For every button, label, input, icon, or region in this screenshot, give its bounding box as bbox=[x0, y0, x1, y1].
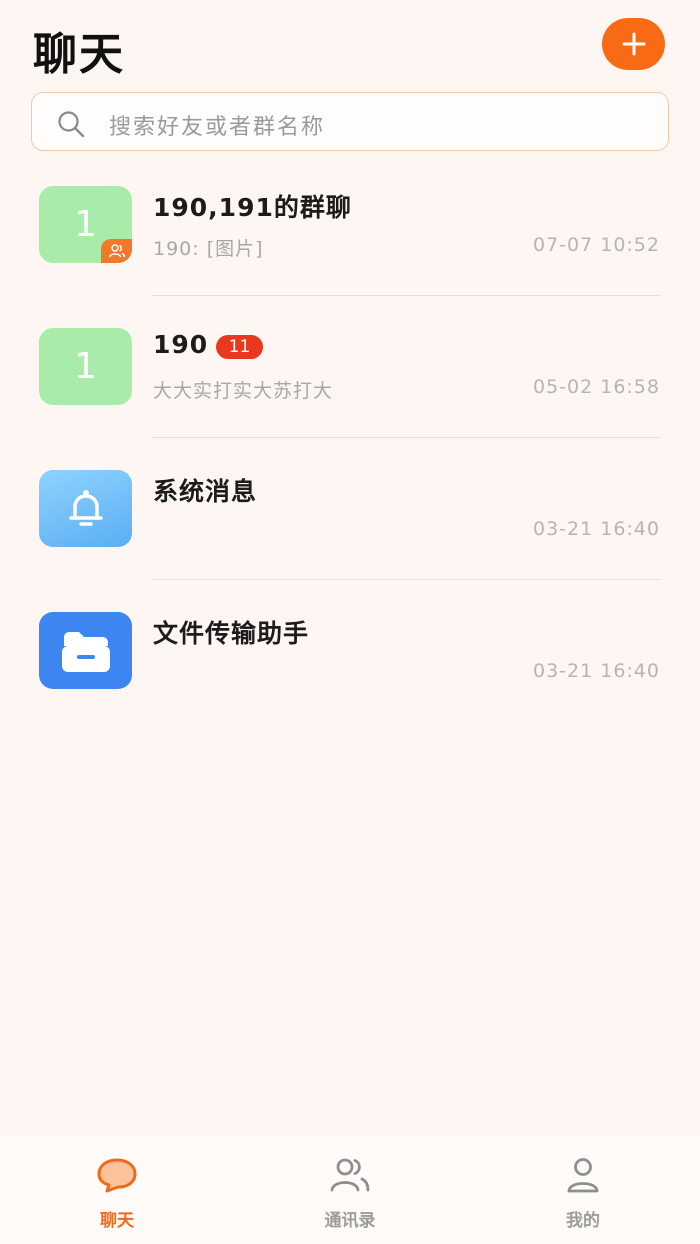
chat-time: 03-21 16:40 bbox=[532, 660, 660, 682]
group-badge bbox=[101, 239, 132, 263]
search-placeholder: 搜索好友或者群名称 bbox=[109, 115, 326, 140]
bell-icon bbox=[68, 489, 103, 526]
chat-name: 190 bbox=[153, 330, 209, 359]
chat-item-group[interactable]: 1 190,191的群聊 190: [图片] 07-07 10:52 bbox=[0, 186, 700, 328]
divider bbox=[152, 437, 661, 438]
chat-preview: 190: [图片] bbox=[153, 238, 264, 260]
search-input[interactable]: 搜索好友或者群名称 bbox=[31, 92, 669, 151]
tab-label: 聊天 bbox=[100, 1211, 134, 1231]
contacts-icon bbox=[330, 1158, 370, 1192]
header: 聊天 bbox=[0, 0, 700, 90]
avatar: 1 bbox=[39, 328, 132, 405]
chat-item-system[interactable]: 系统消息 03-21 16:40 bbox=[0, 470, 700, 612]
chat-time: 05-02 16:58 bbox=[532, 376, 660, 398]
profile-icon bbox=[567, 1158, 599, 1193]
chat-page: 聊天 搜索好友或者群名称 1 190,191的群聊 190: [图片] 07-0… bbox=[0, 0, 700, 1244]
tab-chat[interactable]: 聊天 bbox=[47, 1136, 187, 1244]
tab-label: 通讯录 bbox=[324, 1211, 376, 1231]
page-title: 聊天 bbox=[33, 29, 125, 80]
plus-icon bbox=[622, 32, 645, 56]
avatar bbox=[39, 470, 132, 547]
group-icon bbox=[108, 244, 125, 258]
chat-name: 190,191的群聊 bbox=[153, 193, 352, 222]
chat-name: 系统消息 bbox=[153, 477, 258, 506]
chat-item-file-transfer[interactable]: 文件传输助手 03-21 16:40 bbox=[0, 612, 700, 754]
avatar-initial: 1 bbox=[74, 346, 97, 387]
add-button[interactable] bbox=[602, 18, 665, 70]
tab-profile[interactable]: 我的 bbox=[513, 1136, 653, 1244]
chat-name: 文件传输助手 bbox=[153, 619, 310, 648]
search-icon bbox=[58, 111, 85, 138]
tab-contacts[interactable]: 通讯录 bbox=[280, 1136, 420, 1244]
chat-time: 03-21 16:40 bbox=[532, 518, 660, 540]
chat-bubble-icon bbox=[97, 1158, 137, 1193]
folder-icon bbox=[61, 631, 110, 672]
avatar: 1 bbox=[39, 186, 132, 263]
divider bbox=[152, 579, 661, 580]
tab-bar: 聊天 通讯录 我的 bbox=[0, 1136, 700, 1244]
unread-badge: 11 bbox=[216, 335, 263, 359]
chat-time: 07-07 10:52 bbox=[532, 234, 660, 256]
avatar-initial: 1 bbox=[74, 204, 97, 245]
chat-item-user[interactable]: 1 190 11 大大实打实大苏打大 05-02 16:58 bbox=[0, 328, 700, 470]
chat-preview: 大大实打实大苏打大 bbox=[153, 380, 334, 402]
avatar bbox=[39, 612, 132, 689]
divider bbox=[152, 295, 661, 296]
tab-label: 我的 bbox=[566, 1211, 600, 1231]
